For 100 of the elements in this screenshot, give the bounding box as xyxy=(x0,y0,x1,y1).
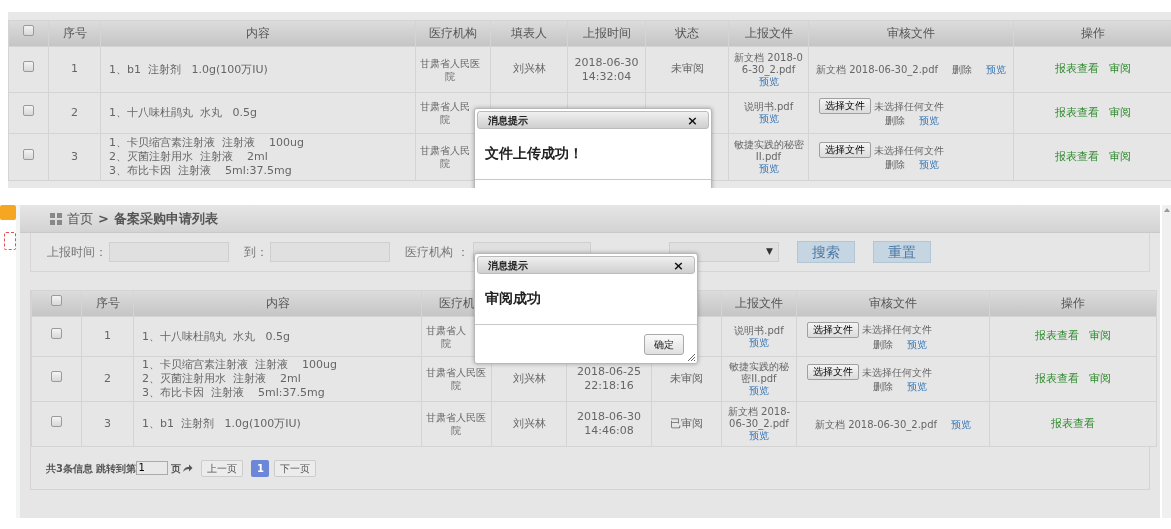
checkbox[interactable] xyxy=(51,295,62,307)
resize-grip-icon[interactable] xyxy=(687,353,696,362)
preview-link[interactable]: 预览 xyxy=(758,163,779,174)
file-name: 敏捷实践的秘密II.pdf xyxy=(728,361,790,385)
preview-link[interactable]: 预览 xyxy=(749,430,769,441)
breadcrumb-separator: > xyxy=(98,209,109,228)
table-cell: 1、十八味杜鹃丸 水丸 0.5g xyxy=(109,106,257,119)
column-header: 内容 xyxy=(265,296,290,311)
table-cell: 已审阅 xyxy=(670,416,703,430)
action-link[interactable]: 审阅 xyxy=(1108,61,1131,78)
prev-page-button[interactable]: 上一页 xyxy=(201,459,244,477)
checkbox[interactable] xyxy=(23,104,34,116)
dialog-message: 文件上传成功！ xyxy=(484,144,584,163)
column-header: 操作 xyxy=(1080,26,1105,41)
dialog-title: 消息提示 xyxy=(488,113,528,128)
checkbox[interactable] xyxy=(51,328,62,340)
column-header: 内容 xyxy=(246,26,270,41)
table-cell: 甘肃省人民 院 xyxy=(420,144,470,170)
file-status: 未选择任何文件 xyxy=(874,99,944,114)
column-header: 医疗机 xyxy=(438,296,475,311)
checkbox[interactable] xyxy=(23,61,34,73)
file-name: 说明书.pdf xyxy=(742,101,795,113)
preview-link[interactable]: 预览 xyxy=(919,158,939,172)
table-cell: 2018-06-25 22:18:16 xyxy=(577,365,641,393)
action-link[interactable]: 报表查看 xyxy=(1054,104,1099,122)
action-link[interactable]: 报表查看 xyxy=(1051,415,1095,433)
column-header: 序号 xyxy=(62,26,87,41)
field-label: 医疗机构 ： xyxy=(405,244,469,261)
table-cell: 1、卡贝缩宫素注射液 注射液 100ug 2、灭菌注射用水 注射液 2ml 3、布比卡因 注射液 5ml:37.5mg xyxy=(142,358,337,399)
field-label: 上报时间： xyxy=(47,244,107,261)
action-link[interactable]: 报表查看 xyxy=(1035,370,1079,388)
column-header: 上报文件 xyxy=(735,296,783,311)
preview-link[interactable]: 预览 xyxy=(749,336,769,348)
action-link[interactable]: 审阅 xyxy=(1108,148,1131,166)
preview-link[interactable]: 预览 xyxy=(919,114,939,128)
choose-file-button[interactable]: 选择文件 xyxy=(807,321,859,338)
status-select[interactable]: ▼ xyxy=(668,242,779,262)
reset-button[interactable]: 重置 xyxy=(872,241,931,263)
preview-link[interactable]: 预览 xyxy=(907,337,927,352)
page-button[interactable]: 1 xyxy=(251,459,270,477)
table-cell: 2018-06-30 14:46:08 xyxy=(577,410,641,438)
table-cell: 2018-06-30 14:32:04 xyxy=(574,55,639,84)
table-cell: 甘肃省人民医 院 xyxy=(420,56,480,83)
preview-link[interactable]: 预览 xyxy=(758,75,779,87)
table-cell: 未审阅 xyxy=(670,62,704,76)
column-header: 审核文件 xyxy=(887,26,935,41)
page-unit: 页 xyxy=(171,461,182,476)
choose-file-button[interactable]: 选择文件 xyxy=(807,364,859,380)
dialog-title: 消息提示 xyxy=(488,258,528,273)
table-cell: 1 xyxy=(104,329,111,343)
grid-icon xyxy=(50,212,62,225)
choose-file-button[interactable]: 选择文件 xyxy=(819,98,871,114)
preview-link[interactable]: 预览 xyxy=(758,113,779,124)
table-cell: 刘兴林 xyxy=(512,416,546,430)
ok-button[interactable]: 确定 xyxy=(644,334,684,355)
delete-link[interactable]: 删除 xyxy=(952,62,973,77)
preview-link[interactable]: 预览 xyxy=(749,385,769,396)
delete-link[interactable]: 删除 xyxy=(885,114,905,128)
file-status: 未选择任何文件 xyxy=(862,323,932,337)
scrollbar[interactable] xyxy=(1162,205,1171,518)
page-title: 备案采购申请列表 xyxy=(113,209,218,228)
table-cell: 甘肃省人民医 院 xyxy=(426,411,486,437)
file-name: 新文档 2018-06-30_2.pdf xyxy=(733,51,804,76)
checkbox[interactable] xyxy=(23,25,34,37)
preview-link[interactable]: 预览 xyxy=(986,62,1007,77)
action-link[interactable]: 报表查看 xyxy=(1035,328,1079,345)
dialog-message: 审阅成功 xyxy=(484,289,542,308)
delete-link[interactable]: 删除 xyxy=(873,337,893,352)
column-header: 审核文件 xyxy=(869,296,917,311)
app-icon[interactable] xyxy=(4,232,16,250)
column-header: 操作 xyxy=(1061,296,1085,311)
breadcrumb-link[interactable]: 首页 xyxy=(67,208,93,229)
table-cell: 未审阅 xyxy=(670,371,703,385)
pagination-summary: 共3条信息 跳转到第 xyxy=(46,461,137,476)
action-link[interactable]: 报表查看 xyxy=(1054,61,1099,78)
action-link[interactable]: 报表查看 xyxy=(1054,148,1099,166)
page-input[interactable]: 1 xyxy=(136,461,169,475)
preview-link[interactable]: 预览 xyxy=(907,380,927,394)
table-cell: 1、b1 注射剂 1.0g(100万IU) xyxy=(142,417,301,430)
next-page-button[interactable]: 下一页 xyxy=(274,459,317,477)
file-status: 未选择任何文件 xyxy=(874,143,944,158)
action-link[interactable]: 审阅 xyxy=(1108,104,1131,122)
preview-link[interactable]: 预览 xyxy=(951,416,972,432)
checkbox[interactable] xyxy=(23,148,34,160)
column-header: 状态 xyxy=(675,26,699,41)
close-icon[interactable]: × xyxy=(687,113,698,127)
search-button[interactable]: 搜索 xyxy=(796,241,855,263)
checkbox[interactable] xyxy=(51,370,62,382)
checkbox[interactable] xyxy=(51,415,62,427)
table-cell: 3 xyxy=(71,149,78,163)
action-link[interactable]: 审阅 xyxy=(1089,370,1111,388)
delete-link[interactable]: 删除 xyxy=(873,380,893,394)
arrow-icon[interactable] xyxy=(182,463,194,473)
file-name: 新文档 2018-06-30_2.pdf xyxy=(815,63,939,77)
column-header: 上报时间 xyxy=(582,26,631,41)
action-link[interactable]: 审阅 xyxy=(1089,328,1111,345)
choose-file-button[interactable]: 选择文件 xyxy=(819,142,871,158)
column-header: 填表人 xyxy=(511,26,547,41)
table-cell: 甘肃省人民医 院 xyxy=(426,366,486,392)
delete-link[interactable]: 删除 xyxy=(885,158,905,172)
